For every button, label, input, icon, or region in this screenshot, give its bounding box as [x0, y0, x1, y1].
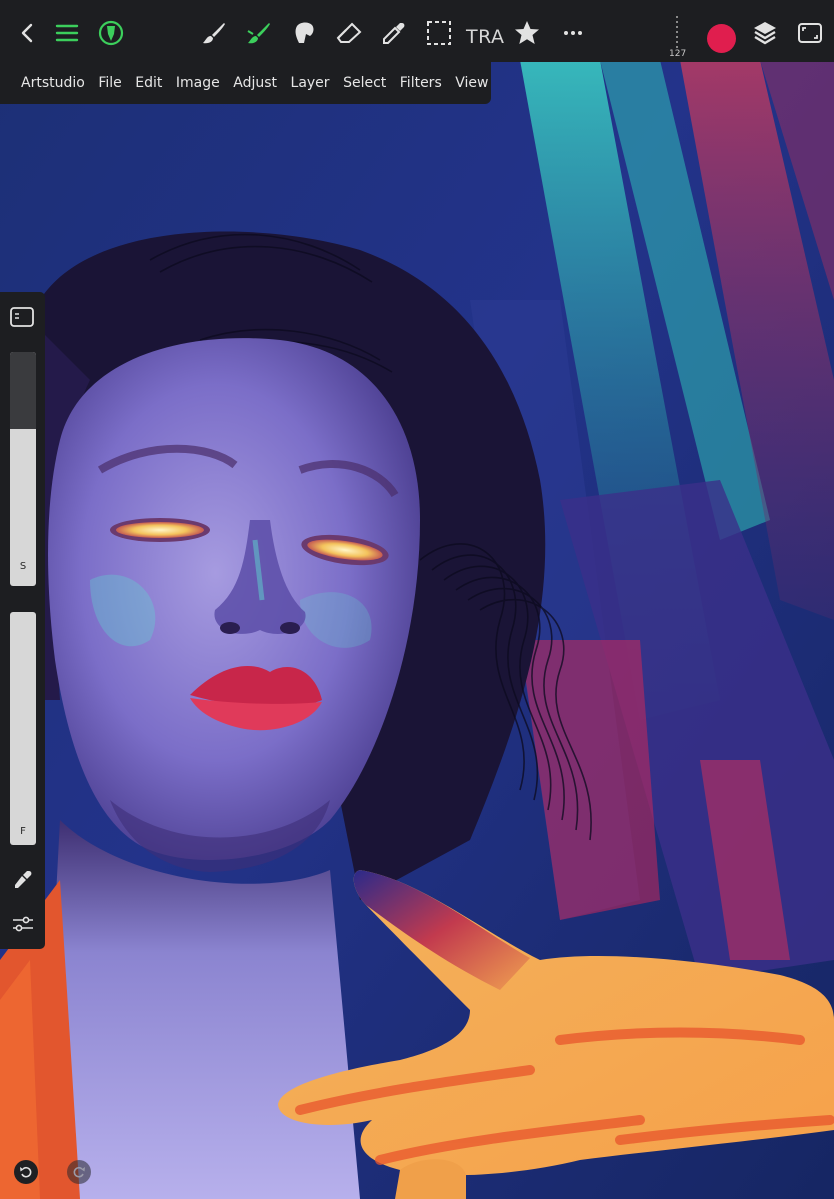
menu-edit[interactable]: Edit — [135, 75, 162, 91]
size-slider-label: S — [19, 561, 27, 572]
eyedropper-icon[interactable] — [12, 868, 34, 890]
menu-select[interactable]: Select — [343, 75, 386, 91]
brush-library-icon[interactable] — [97, 19, 125, 47]
eraser-icon[interactable] — [335, 19, 363, 47]
eyedropper-icon[interactable] — [380, 19, 408, 47]
flow-slider-label: F — [20, 826, 26, 837]
redo-button[interactable] — [67, 1160, 91, 1184]
menu-adjust[interactable]: Adjust — [233, 75, 277, 91]
top-toolbar: TRA 127 — [0, 0, 834, 62]
side-panel: S F — [0, 292, 45, 949]
transform-tool-label[interactable]: TRA — [466, 26, 505, 48]
brush-size-scale[interactable] — [676, 16, 678, 50]
sliders-icon[interactable] — [11, 912, 35, 936]
brush-icon[interactable] — [200, 19, 228, 47]
menu-filters[interactable]: Filters — [400, 75, 442, 91]
back-icon[interactable] — [14, 19, 42, 47]
selection-icon[interactable] — [425, 19, 453, 47]
redo-icon — [73, 1166, 85, 1178]
more-icon[interactable] — [559, 19, 587, 47]
undo-button[interactable] — [14, 1160, 38, 1184]
menu-artstudio[interactable]: Artstudio — [21, 75, 85, 91]
brush-flow-slider[interactable]: F — [10, 612, 36, 845]
panel-toggle-icon[interactable] — [9, 306, 35, 328]
menu-icon[interactable] — [53, 19, 81, 47]
menu-layer[interactable]: Layer — [291, 75, 330, 91]
menu-bar: Artstudio File Edit Image Adjust Layer S… — [0, 62, 491, 104]
menu-file[interactable]: File — [98, 75, 121, 91]
fullscreen-icon[interactable] — [796, 19, 824, 47]
menu-image[interactable]: Image — [176, 75, 220, 91]
smudge-icon[interactable] — [245, 19, 273, 47]
layers-icon[interactable] — [751, 19, 779, 47]
undo-icon — [20, 1166, 32, 1178]
size-slider-track — [10, 352, 36, 430]
star-icon[interactable] — [513, 19, 541, 47]
painting-canvas[interactable] — [0, 0, 834, 1199]
brush-size-slider[interactable]: S — [10, 352, 36, 586]
current-color-swatch[interactable] — [707, 24, 736, 53]
blend-icon[interactable] — [290, 19, 318, 47]
menu-view[interactable]: View — [455, 75, 488, 91]
brush-size-value: 127 — [669, 49, 687, 59]
